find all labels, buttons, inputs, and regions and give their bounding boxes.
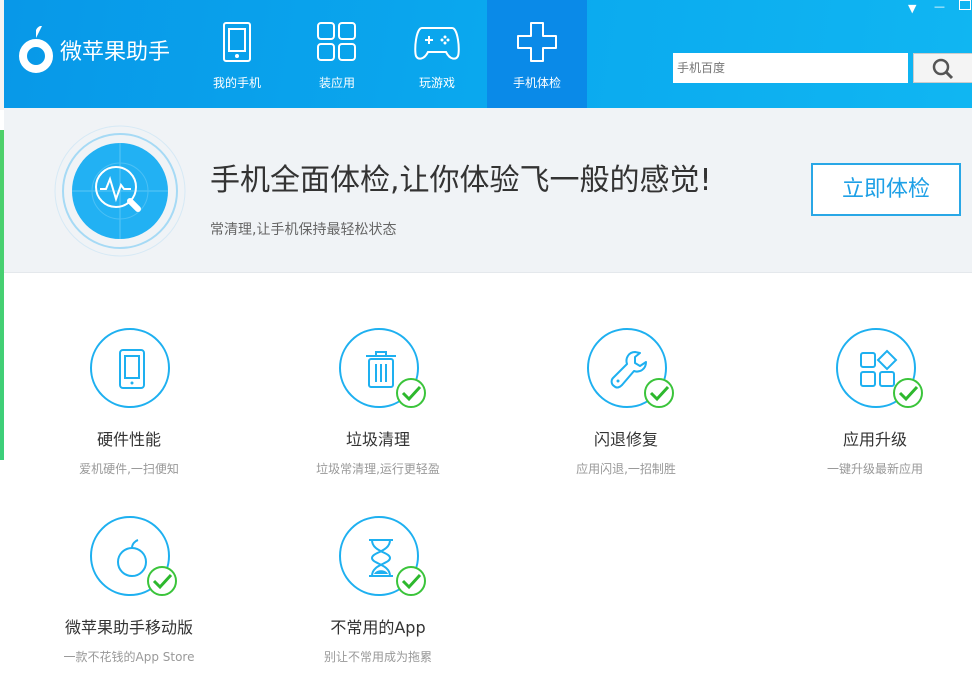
checkmark-icon	[396, 378, 426, 408]
app-window: 微苹果助手 我的手机 装应用 玩游戏 手机体检 ▼ — 手机全面体检,让你体验飞…	[4, 0, 972, 680]
wrench-icon	[610, 351, 647, 389]
apps-icon	[860, 349, 898, 387]
feature-desc: 垃圾常清理,运行更轻盈	[316, 462, 440, 476]
apple-logo-icon	[19, 26, 53, 73]
plus-cross-icon	[517, 22, 557, 62]
feature-circle	[90, 328, 170, 408]
feature-title: 不常用的App	[330, 618, 426, 637]
feature-desc: 一键升级最新应用	[826, 462, 923, 476]
feature-title: 微苹果助手移动版	[64, 618, 193, 637]
checkmark-icon	[644, 378, 674, 408]
menu-dropdown-icon[interactable]: ▼	[908, 2, 916, 15]
tab-install-apps[interactable]: 装应用	[287, 0, 387, 108]
banner-title: 手机全面体检,让你体验飞一般的感觉!	[210, 163, 712, 198]
search-button[interactable]	[913, 53, 972, 83]
apple-icon	[117, 539, 147, 577]
start-checkup-button[interactable]: 立即体检	[811, 163, 961, 216]
tablet-icon	[223, 22, 251, 62]
tab-label: 玩游戏	[418, 76, 455, 90]
gamepad-icon	[414, 27, 460, 60]
tab-my-phone[interactable]: 我的手机	[187, 0, 287, 108]
checkmark-icon	[147, 566, 177, 596]
apps-grid-icon	[317, 22, 356, 61]
phone-icon	[119, 349, 145, 389]
trash-icon	[366, 351, 396, 388]
feature-title: 垃圾清理	[345, 430, 410, 449]
feature-desc: 爱机硬件,一扫便知	[79, 462, 179, 476]
checkmark-icon	[396, 566, 426, 596]
tab-games[interactable]: 玩游戏	[387, 0, 487, 108]
tab-phone-checkup[interactable]: 手机体检	[487, 0, 587, 108]
checkup-banner: 手机全面体检,让你体验飞一般的感觉! 常清理,让手机保持最轻松状态 立即体检	[4, 108, 972, 273]
feature-title: 应用升级	[842, 430, 907, 449]
feature-title: 闪退修复	[593, 430, 658, 449]
banner-subtitle: 常清理,让手机保持最轻松状态	[210, 222, 397, 238]
search-input[interactable]	[673, 53, 908, 83]
checkmark-icon	[893, 378, 923, 408]
checkup-radar-icon	[54, 125, 186, 257]
feature-desc: 一款不花钱的App Store	[63, 650, 195, 664]
tab-label: 我的手机	[212, 76, 261, 90]
feature-desc: 别让不常用成为拖累	[323, 650, 432, 664]
tab-label: 装应用	[318, 76, 355, 90]
logo: 微苹果助手	[18, 26, 170, 74]
minimize-icon[interactable]: —	[934, 0, 945, 13]
maximize-icon[interactable]	[959, 0, 971, 10]
app-name: 微苹果助手	[60, 40, 171, 65]
hourglass-icon	[369, 539, 393, 577]
search-icon	[932, 58, 954, 80]
header: 微苹果助手 我的手机 装应用 玩游戏 手机体检 ▼ —	[4, 0, 972, 108]
feature-title: 硬件性能	[96, 430, 161, 449]
feature-desc: 应用闪退,一招制胜	[576, 462, 676, 476]
tab-label: 手机体检	[512, 76, 561, 90]
